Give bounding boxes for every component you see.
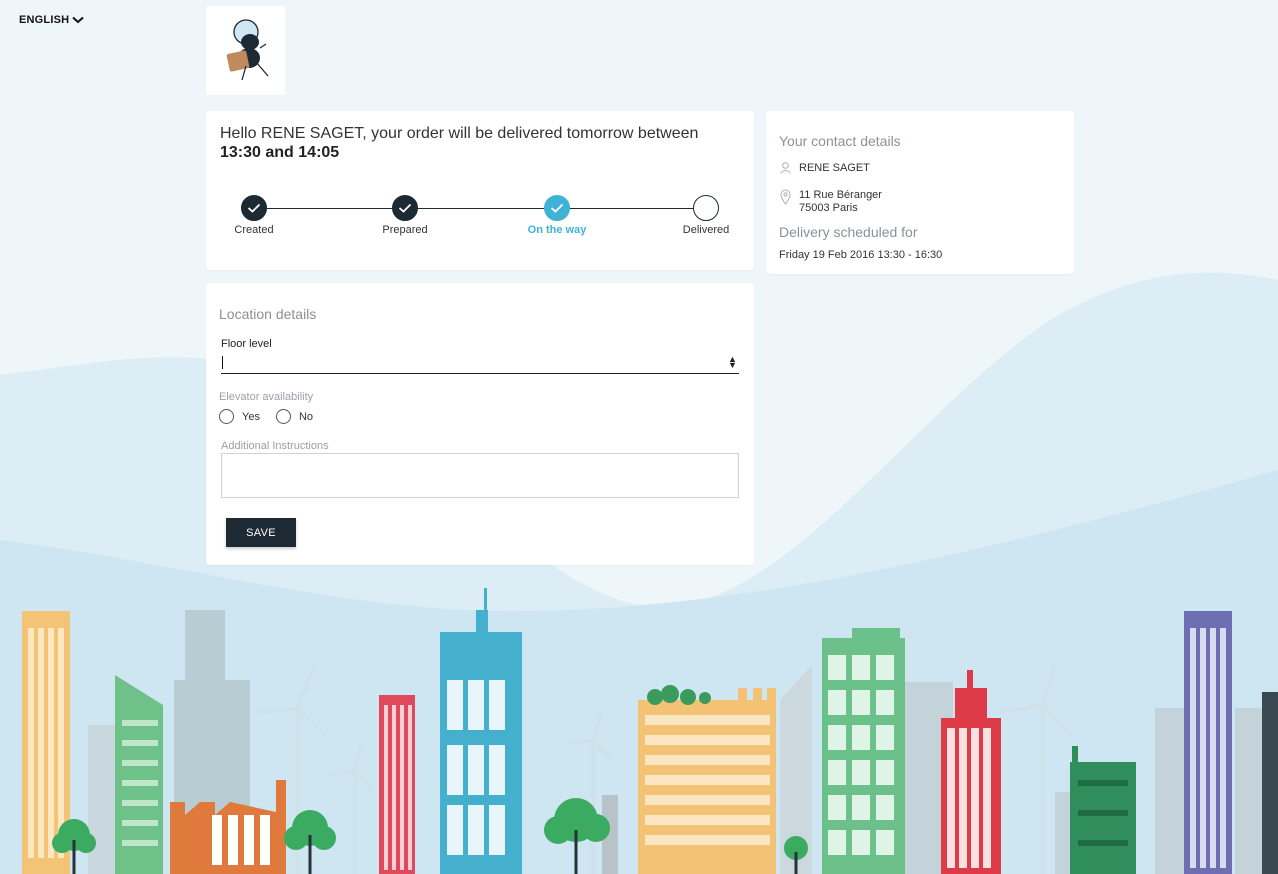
floor-level-input[interactable] [221, 352, 739, 374]
elevator-yes-label: Yes [242, 410, 260, 423]
elevator-no-radio[interactable] [275, 409, 291, 424]
step-label: Created [234, 224, 274, 236]
step-created: Created [209, 195, 299, 236]
step-label: On the way [527, 224, 587, 236]
location-pin-icon [779, 189, 791, 215]
elevator-label: Elevator availability [219, 391, 314, 403]
floor-level-label: Floor level [221, 338, 272, 350]
delivery-time-start: 13:30 [220, 144, 261, 161]
check-icon [241, 195, 267, 221]
elevator-yes-radio[interactable] [219, 409, 234, 424]
contact-name-row: RENE SAGET [779, 162, 870, 175]
location-details-card: Location details Floor level ▲ ▼ Elevator… [206, 283, 754, 565]
language-selector[interactable]: ENGLISH [19, 14, 84, 26]
contact-title: Your contact details [779, 133, 901, 149]
delivery-slot: Friday 19 Feb 2016 13:30 - 16:30 [779, 249, 943, 261]
elevator-no-label: No [298, 410, 314, 423]
brand-logo-card [206, 6, 285, 95]
number-stepper-icon[interactable]: ▲ ▼ [728, 355, 737, 370]
contact-address: 11 Rue Béranger 75003 Paris [799, 189, 882, 215]
delivery-mascot-logo [226, 18, 268, 80]
delivery-status-card: Hello RENE SAGET, your order will be del… [206, 111, 754, 270]
text-cursor [222, 356, 223, 369]
progress-line [254, 208, 708, 209]
step-delivered: Delivered [661, 195, 751, 236]
contact-details-card: Your contact details RENE SAGET 11 Rue B… [766, 111, 1074, 274]
address-line-1: 11 Rue Béranger [799, 189, 882, 201]
address-line-2: 75003 Paris [799, 202, 858, 214]
greeting-text: Hello RENE SAGET, your order will be del… [220, 125, 699, 142]
step-label: Prepared [382, 224, 428, 236]
order-progress-tracker: Created Prepared On the way Delivered [206, 195, 754, 245]
empty-circle-icon [693, 195, 719, 221]
instructions-label: Additional Instructions [221, 440, 329, 452]
save-button[interactable]: SAVE [226, 518, 296, 547]
delivery-time-end: 14:05 [298, 144, 340, 161]
delivery-headline: Hello RENE SAGET, your order will be del… [220, 124, 740, 162]
location-title: Location details [219, 306, 317, 322]
step-on-the-way: On the way [512, 195, 602, 236]
delivery-time-connector: and [260, 144, 299, 161]
elevator-radio-group: Yes No [219, 409, 329, 424]
contact-address-row: 11 Rue Béranger 75003 Paris [779, 189, 882, 215]
check-icon [392, 195, 418, 221]
step-label: Delivered [682, 224, 730, 236]
contact-name: RENE SAGET [799, 162, 870, 174]
chevron-down-icon [72, 16, 84, 24]
delivery-slot-row: Friday 19 Feb 2016 13:30 - 16:30 [779, 249, 942, 262]
user-icon [779, 162, 791, 175]
instructions-textarea[interactable] [221, 453, 739, 498]
delivery-schedule-title: Delivery scheduled for [779, 224, 918, 240]
check-icon [544, 195, 570, 221]
step-prepared: Prepared [360, 195, 450, 236]
language-label: ENGLISH [19, 14, 70, 26]
